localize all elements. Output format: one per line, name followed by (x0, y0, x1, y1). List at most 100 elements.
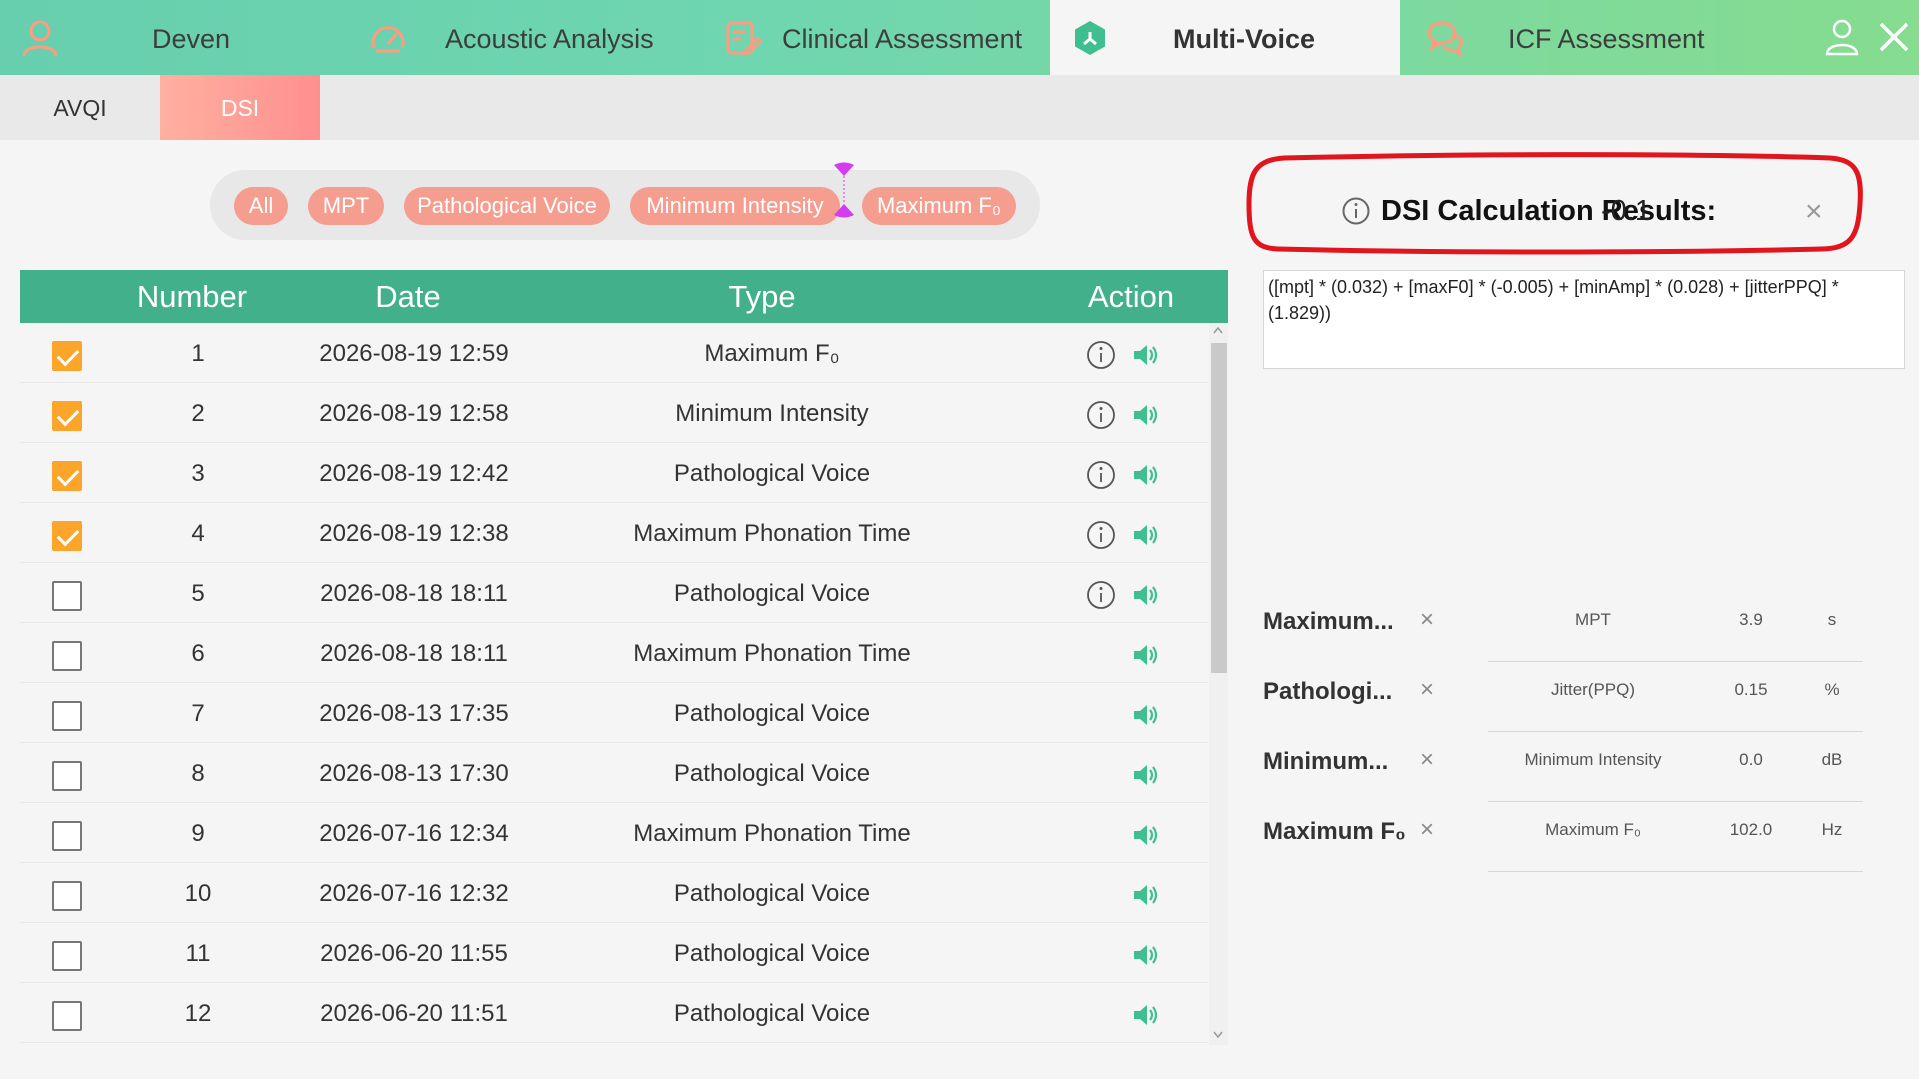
dsi-result-value: -0.1 (1601, 195, 1651, 227)
row-type: Maximum F₀ (704, 340, 840, 367)
row-type: Pathological Voice (673, 760, 871, 787)
speaker-icon[interactable] (1132, 822, 1160, 848)
speaker-icon[interactable] (1132, 942, 1160, 968)
filter-chip-minimum-intensity[interactable]: Minimum Intensity (630, 187, 840, 225)
table-row[interactable]: 10 2026-07-16 12:32 Pathological Voice (20, 863, 1208, 923)
row-type: Maximum Phonation Time (633, 640, 911, 667)
row-checkbox[interactable] (52, 1001, 82, 1031)
row-checkbox[interactable] (52, 341, 82, 371)
row-checkbox[interactable] (52, 881, 82, 911)
remove-parameter-icon[interactable]: × (1420, 676, 1434, 704)
row-checkbox[interactable] (52, 581, 82, 611)
filter-chip-mpt[interactable]: MPT (308, 187, 384, 225)
table-row[interactable]: 3 2026-08-19 12:42 Pathological Voice (20, 443, 1208, 503)
table-row[interactable]: 8 2026-08-13 17:30 Pathological Voice (20, 743, 1208, 803)
row-checkbox[interactable] (52, 761, 82, 791)
speaker-icon[interactable] (1132, 342, 1160, 368)
tab-acoustic-analysis[interactable]: Acoustic Analysis (340, 0, 700, 75)
table-row[interactable]: 12 2026-06-20 11:51 Pathological Voice (20, 983, 1208, 1043)
parameter-values: Jitter(PPQ) 0.15% (1488, 662, 1863, 732)
speaker-icon[interactable] (1132, 882, 1160, 908)
row-type: Pathological Voice (673, 880, 871, 907)
table-row[interactable]: 7 2026-08-13 17:35 Pathological Voice (20, 683, 1208, 743)
info-icon[interactable] (1086, 460, 1116, 490)
scroll-up-icon[interactable] (1213, 326, 1223, 334)
tab-label: Acoustic Analysis (445, 24, 654, 54)
row-number: 6 (191, 640, 205, 667)
table-header: Number Date Type Action (20, 270, 1228, 323)
speaker-icon[interactable] (1132, 462, 1160, 488)
top-navigation: Deven Acoustic Analysis Clinical Assessm… (0, 0, 1919, 75)
account-icon[interactable] (1822, 17, 1862, 57)
row-checkbox[interactable] (52, 521, 82, 551)
row-type: Maximum Phonation Time (633, 820, 911, 847)
parameter-row: Minimum... × Minimum Intensity 0.0 dB (1263, 732, 1863, 802)
row-checkbox[interactable] (52, 701, 82, 731)
row-date: 2026-08-18 18:11 (320, 580, 508, 607)
tab-deven[interactable]: Deven (0, 0, 340, 75)
filter-chip-pathological-voice[interactable]: Pathological Voice (404, 187, 610, 225)
row-type: Pathological Voice (673, 580, 871, 607)
scrollbar-thumb[interactable] (1211, 343, 1227, 673)
table-row[interactable]: 2 2026-08-19 12:58 Minimum Intensity (20, 383, 1208, 443)
remove-parameter-icon[interactable]: × (1420, 746, 1434, 774)
dsi-formula-text: ([mpt] * (0.032) + [maxF0] * (-0.005) + … (1263, 270, 1905, 369)
info-icon[interactable] (1086, 520, 1116, 550)
info-icon[interactable] (1086, 580, 1116, 610)
row-date: 2026-06-20 11:51 (320, 1000, 508, 1027)
speaker-icon[interactable] (1132, 642, 1160, 668)
remove-parameter-icon[interactable]: × (1420, 606, 1434, 634)
drag-handle-icon[interactable] (831, 162, 857, 218)
row-number: 7 (191, 700, 205, 727)
tab-clinical-assessment[interactable]: Clinical Assessment (700, 0, 1050, 75)
row-type: Pathological Voice (673, 460, 871, 487)
tab-multi-voice[interactable]: Multi-Voice (1050, 0, 1400, 75)
dsi-result-label: DSI Calculation Results: (1381, 195, 1717, 227)
speaker-icon[interactable] (1132, 402, 1160, 428)
tab-label: Multi-Voice (1173, 24, 1316, 54)
subtab-avqi[interactable]: AVQI (0, 75, 160, 140)
row-checkbox[interactable] (52, 461, 82, 491)
row-number: 10 (184, 880, 212, 907)
table-row[interactable]: 6 2026-08-18 18:11 Maximum Phonation Time (20, 623, 1208, 683)
parameter-unit: s (1827, 610, 1837, 629)
table-row[interactable]: 9 2026-07-16 12:34 Maximum Phonation Time (20, 803, 1208, 863)
info-icon[interactable] (1086, 400, 1116, 430)
row-checkbox[interactable] (52, 821, 82, 851)
speaker-icon[interactable] (1132, 582, 1160, 608)
parameter-name: Pathologi... (1263, 678, 1393, 705)
scroll-down-icon[interactable] (1213, 1031, 1223, 1039)
tab-label: Deven (152, 24, 231, 54)
filter-chip-all[interactable]: All (234, 187, 288, 225)
row-number: 12 (184, 1000, 212, 1027)
row-number: 11 (185, 940, 211, 967)
speaker-icon[interactable] (1132, 762, 1160, 788)
column-header-number: Number (136, 279, 248, 314)
filter-chip-maximum-f0[interactable]: Maximum F₀ (862, 187, 1016, 225)
row-checkbox[interactable] (52, 641, 82, 671)
row-checkbox[interactable] (52, 401, 82, 431)
row-checkbox[interactable] (52, 941, 82, 971)
table-row[interactable]: 4 2026-08-19 12:38 Maximum Phonation Time (20, 503, 1208, 563)
speaker-icon[interactable] (1132, 1002, 1160, 1028)
subtab-dsi[interactable]: DSI (160, 75, 320, 140)
close-icon[interactable] (1874, 17, 1914, 57)
info-icon[interactable] (1086, 340, 1116, 370)
speaker-icon[interactable] (1132, 702, 1160, 728)
table-row[interactable]: 1 2026-08-19 12:59 Maximum F₀ (20, 323, 1208, 383)
table-row[interactable]: 11 2026-06-20 11:55 Pathological Voice (20, 923, 1208, 983)
clipboard-icon (726, 21, 762, 56)
result-close-button[interactable]: × (1805, 197, 1823, 227)
column-header-date: Date (375, 279, 441, 314)
parameter-row: Maximum... × MPT 3.9 s (1263, 592, 1863, 662)
speaker-icon[interactable] (1132, 522, 1160, 548)
record-table-body: 1 2026-08-19 12:59 Maximum F₀ 2 2026-08-19 1… (20, 323, 1208, 1043)
row-date: 2026-08-13 17:30 (319, 760, 509, 787)
info-icon[interactable] (1341, 196, 1371, 226)
row-type: Minimum Intensity (675, 400, 869, 427)
remove-parameter-icon[interactable]: × (1420, 816, 1434, 844)
table-row[interactable]: 5 2026-08-18 18:11 Pathological Voice (20, 563, 1208, 623)
parameter-row: Maximum F₀ × Maximum F₀ 102.0 Hz (1263, 802, 1863, 872)
tab-icf-assessment[interactable]: ICF Assessment (1400, 0, 1780, 75)
row-date: 2026-07-16 12:34 (319, 820, 509, 847)
